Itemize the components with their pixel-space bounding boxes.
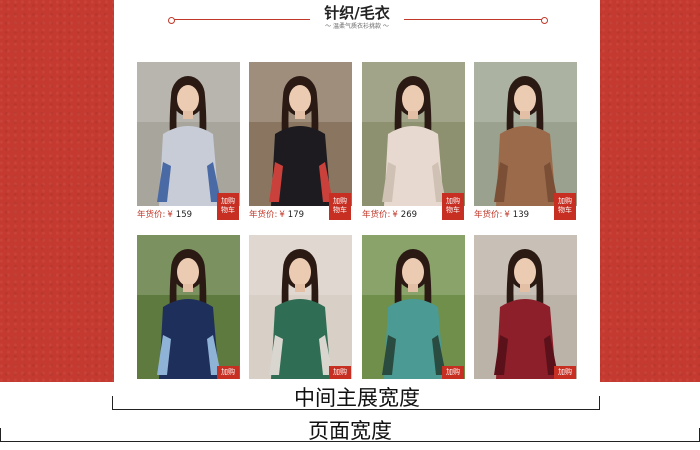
add-to-cart-label-line1: 加购 bbox=[558, 368, 572, 376]
add-to-cart-label-line1: 加购 bbox=[333, 197, 347, 205]
price-value: 159 bbox=[175, 210, 193, 220]
price-label: 年货价: bbox=[474, 210, 503, 220]
add-to-cart-label-line2: 物车 bbox=[446, 206, 460, 214]
price-label: 年货价: bbox=[137, 210, 166, 220]
price-value: 269 bbox=[400, 210, 418, 220]
product-photo[interactable] bbox=[137, 235, 240, 379]
product-card[interactable]: 年货价: ¥269 加购 物车 bbox=[362, 62, 465, 220]
add-to-cart-label-line1: 加购 bbox=[221, 368, 235, 376]
product-card[interactable]: 年货价: ¥139 加购 物车 bbox=[474, 62, 577, 220]
add-to-cart-button[interactable]: 加购 bbox=[442, 366, 464, 379]
add-to-cart-label-line2: 物车 bbox=[221, 206, 235, 214]
center-main-area: 针织/毛衣 ～ 温柔气质衣衫挑款 ～ 年货价: ¥159 加购 物车 年货价: ¥179 加… bbox=[114, 0, 600, 393]
price-label: 年货价: bbox=[249, 210, 278, 220]
add-to-cart-button[interactable]: 加购 bbox=[329, 366, 351, 379]
add-to-cart-button[interactable]: 加购 bbox=[217, 366, 239, 379]
price-value: 139 bbox=[512, 210, 530, 220]
add-to-cart-label-line1: 加购 bbox=[446, 368, 460, 376]
price-value: 179 bbox=[287, 210, 305, 220]
product-card[interactable]: 年货价: ¥179 加购 物车 bbox=[249, 62, 352, 220]
add-to-cart-label-line1: 加购 bbox=[333, 368, 347, 376]
add-to-cart-label-line2: 物车 bbox=[558, 206, 572, 214]
add-to-cart-button[interactable]: 加购 物车 bbox=[217, 193, 239, 220]
center-width-bracket-right-tick bbox=[599, 396, 600, 410]
add-to-cart-button[interactable]: 加购 bbox=[554, 366, 576, 379]
product-card[interactable]: 年货价: ¥159 加购 物车 bbox=[137, 62, 240, 220]
product-card[interactable]: 加购 bbox=[474, 235, 577, 393]
product-photo[interactable] bbox=[362, 235, 465, 379]
product-photo[interactable] bbox=[249, 235, 352, 379]
section-subtitle: ～ 温柔气质衣衫挑款 ～ bbox=[325, 23, 389, 30]
add-to-cart-label-line1: 加购 bbox=[446, 197, 460, 205]
center-width-bracket-left-tick bbox=[112, 396, 113, 410]
page-width-bracket bbox=[0, 441, 700, 442]
add-to-cart-label-line1: 加购 bbox=[221, 197, 235, 205]
add-to-cart-button[interactable]: 加购 物车 bbox=[329, 193, 351, 220]
page-width-bracket-left-tick bbox=[0, 428, 1, 442]
currency-symbol: ¥ bbox=[392, 210, 398, 220]
product-photo[interactable] bbox=[474, 62, 577, 206]
add-to-cart-button[interactable]: 加购 物车 bbox=[554, 193, 576, 220]
currency-symbol: ¥ bbox=[504, 210, 510, 220]
add-to-cart-label-line2: 物车 bbox=[333, 206, 347, 214]
product-photo[interactable] bbox=[362, 62, 465, 206]
product-card[interactable]: 加购 bbox=[249, 235, 352, 393]
currency-symbol: ¥ bbox=[167, 210, 173, 220]
currency-symbol: ¥ bbox=[279, 210, 285, 220]
product-photo[interactable] bbox=[249, 62, 352, 206]
center-width-caption: 中间主展宽度 bbox=[294, 386, 420, 410]
add-to-cart-label-line1: 加购 bbox=[558, 197, 572, 205]
price-label: 年货价: bbox=[362, 210, 391, 220]
product-photo[interactable] bbox=[474, 235, 577, 379]
product-photo[interactable] bbox=[137, 62, 240, 206]
product-card[interactable]: 加购 bbox=[137, 235, 240, 393]
section-title: 针织/毛衣 bbox=[324, 4, 390, 22]
product-card[interactable]: 加购 bbox=[362, 235, 465, 393]
add-to-cart-button[interactable]: 加购 物车 bbox=[442, 193, 464, 220]
center-width-bracket bbox=[112, 409, 600, 410]
